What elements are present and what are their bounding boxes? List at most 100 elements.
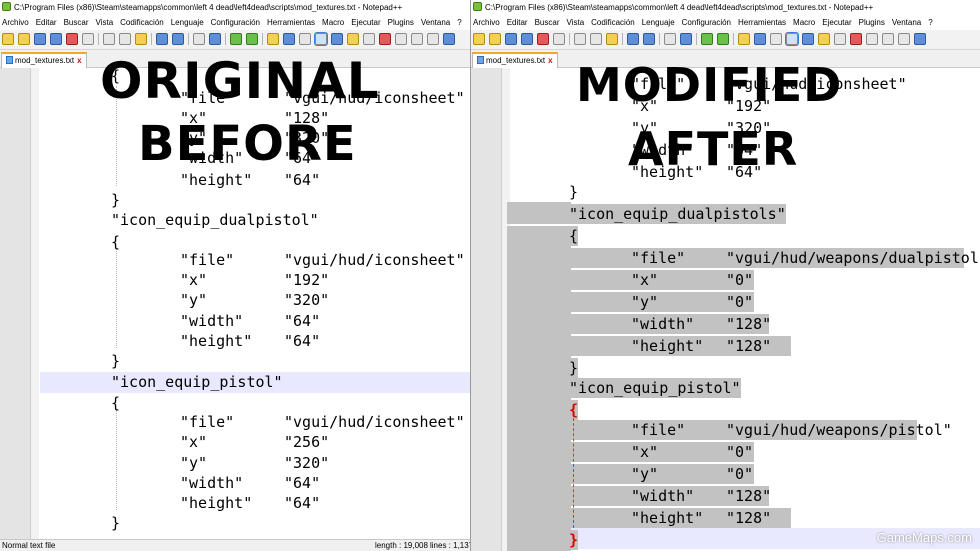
cut-icon[interactable]	[103, 33, 115, 45]
stop-macro-icon[interactable]	[866, 33, 878, 45]
watermark: GameMaps.com	[876, 530, 972, 545]
line-number-margin	[0, 68, 31, 539]
function-list-icon[interactable]	[347, 33, 359, 45]
indent-guide	[116, 248, 117, 348]
cut-icon[interactable]	[574, 33, 586, 45]
play-multiple-icon[interactable]	[427, 33, 439, 45]
tab-mod-textures[interactable]: mod_textures.txt x	[472, 52, 558, 68]
code-line: "width" "64"	[180, 311, 320, 331]
menu-help[interactable]: ?	[928, 15, 932, 30]
menu-help[interactable]: ?	[457, 15, 461, 30]
paste-icon[interactable]	[606, 33, 618, 45]
code-line: }	[569, 530, 579, 550]
title-bar: C:\Program Files (x86)\Steam\steamapps\c…	[471, 0, 980, 15]
menu-macro[interactable]: Macro	[322, 15, 344, 30]
zoom-in-icon[interactable]	[230, 33, 242, 45]
print-icon[interactable]	[553, 33, 565, 45]
save-macro-icon[interactable]	[443, 33, 455, 45]
find-icon[interactable]	[664, 33, 676, 45]
menu-herramientas[interactable]: Herramientas	[738, 15, 786, 30]
new-file-icon[interactable]	[473, 33, 485, 45]
toolbar-separator	[98, 33, 99, 45]
close-icon[interactable]: x	[548, 56, 552, 65]
show-all-chars-icon[interactable]	[299, 33, 311, 45]
menu-archivo[interactable]: Archivo	[2, 15, 29, 30]
code-key: "x"	[631, 443, 659, 461]
zoom-in-icon[interactable]	[701, 33, 713, 45]
doc-map-icon[interactable]	[331, 33, 343, 45]
menu-ejecutar[interactable]: Ejecutar	[351, 15, 380, 30]
status-file-type: Normal text file	[2, 541, 56, 550]
replace-icon[interactable]	[680, 33, 692, 45]
sync-scroll-icon[interactable]	[738, 33, 750, 45]
menu-editar[interactable]: Editar	[507, 15, 528, 30]
save-icon[interactable]	[505, 33, 517, 45]
menu-lenguaje[interactable]: Lenguaje	[642, 15, 675, 30]
code-line: "height" "64"	[180, 170, 320, 190]
menu-herramientas[interactable]: Herramientas	[267, 15, 315, 30]
code-key: "y"	[631, 465, 659, 483]
redo-icon[interactable]	[643, 33, 655, 45]
zoom-out-icon[interactable]	[717, 33, 729, 45]
indent-guide-icon[interactable]	[785, 32, 799, 46]
indent-guide-icon[interactable]	[314, 32, 328, 46]
sync-scroll-icon[interactable]	[267, 33, 279, 45]
undo-icon[interactable]	[627, 33, 639, 45]
menu-plugins[interactable]: Plugins	[859, 15, 885, 30]
menu-ejecutar[interactable]: Ejecutar	[822, 15, 851, 30]
menu-lenguaje[interactable]: Lenguaje	[171, 15, 204, 30]
open-file-icon[interactable]	[18, 33, 30, 45]
redo-icon[interactable]	[172, 33, 184, 45]
menu-macro[interactable]: Macro	[793, 15, 815, 30]
menu-ventana[interactable]: Ventana	[421, 15, 450, 30]
menu-configuracion[interactable]: Configuración	[211, 15, 260, 30]
menu-buscar[interactable]: Buscar	[535, 15, 560, 30]
new-file-icon[interactable]	[2, 33, 14, 45]
menu-plugins[interactable]: Plugins	[388, 15, 414, 30]
wrap-icon[interactable]	[283, 33, 295, 45]
wrap-icon[interactable]	[754, 33, 766, 45]
function-list-icon[interactable]	[818, 33, 830, 45]
replace-icon[interactable]	[209, 33, 221, 45]
menu-vista[interactable]: Vista	[567, 15, 585, 30]
save-icon[interactable]	[34, 33, 46, 45]
window-title: C:\Program Files (x86)\Steam\steamapps\c…	[14, 3, 403, 12]
record-macro-icon[interactable]	[850, 33, 862, 45]
menu-codificacion[interactable]: Codificación	[591, 15, 635, 30]
tab-mod-textures[interactable]: mod_textures.txt x	[1, 52, 87, 68]
code-value: "vgui/hud/weapons/dualpistols"	[726, 249, 980, 267]
undo-icon[interactable]	[156, 33, 168, 45]
close-file-icon[interactable]	[537, 33, 549, 45]
menu-archivo[interactable]: Archivo	[473, 15, 500, 30]
paste-icon[interactable]	[135, 33, 147, 45]
play-multiple-icon[interactable]	[898, 33, 910, 45]
menu-editar[interactable]: Editar	[36, 15, 57, 30]
open-file-icon[interactable]	[489, 33, 501, 45]
find-icon[interactable]	[193, 33, 205, 45]
folder-workspace-icon[interactable]	[834, 33, 846, 45]
code-line: "y" "0"	[569, 464, 754, 484]
stop-macro-icon[interactable]	[395, 33, 407, 45]
zoom-out-icon[interactable]	[246, 33, 258, 45]
menu-configuracion[interactable]: Configuración	[682, 15, 731, 30]
doc-map-icon[interactable]	[802, 33, 814, 45]
copy-icon[interactable]	[119, 33, 131, 45]
show-all-chars-icon[interactable]	[770, 33, 782, 45]
save-all-icon[interactable]	[521, 33, 533, 45]
record-macro-icon[interactable]	[379, 33, 391, 45]
save-macro-icon[interactable]	[914, 33, 926, 45]
copy-icon[interactable]	[590, 33, 602, 45]
play-macro-icon[interactable]	[411, 33, 423, 45]
folder-workspace-icon[interactable]	[363, 33, 375, 45]
menu-codificacion[interactable]: Codificación	[120, 15, 164, 30]
code-key: "height"	[631, 337, 704, 355]
indent-guide	[116, 410, 117, 510]
menu-ventana[interactable]: Ventana	[892, 15, 921, 30]
menu-vista[interactable]: Vista	[96, 15, 114, 30]
close-icon[interactable]: x	[77, 56, 81, 65]
close-file-icon[interactable]	[66, 33, 78, 45]
menu-buscar[interactable]: Buscar	[64, 15, 89, 30]
save-all-icon[interactable]	[50, 33, 62, 45]
print-icon[interactable]	[82, 33, 94, 45]
play-macro-icon[interactable]	[882, 33, 894, 45]
